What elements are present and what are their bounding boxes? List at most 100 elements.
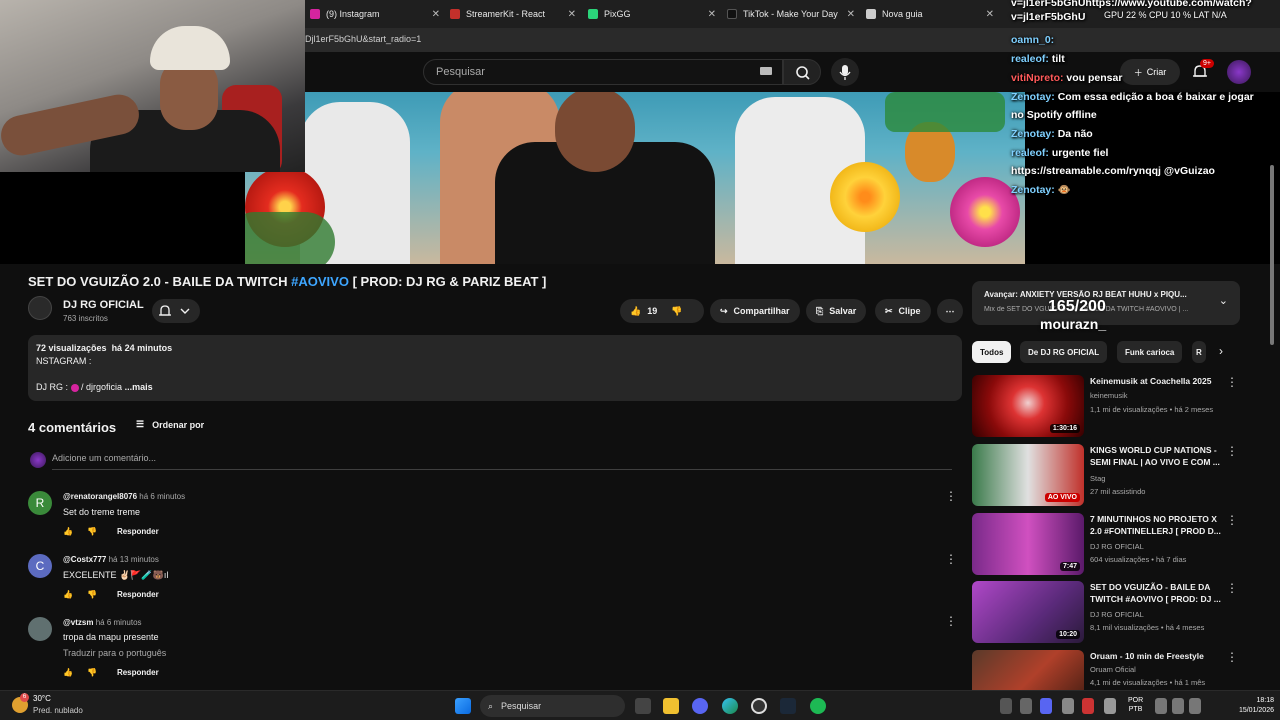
close-icon[interactable]: ✕ — [847, 9, 855, 20]
close-icon[interactable]: ✕ — [986, 9, 994, 20]
channel-name[interactable]: DJ RG OFICIAL — [63, 299, 144, 311]
input-language[interactable]: POR PTB — [1128, 696, 1143, 714]
chip-funk-carioca[interactable]: Funk carioca — [1117, 341, 1183, 363]
chevron-right-icon[interactable]: › — [1219, 344, 1223, 358]
recommendation-channel: DJ RG OFICIAL — [1090, 542, 1144, 551]
comment-avatar[interactable]: C — [28, 554, 52, 578]
recommendation-meta: 4,1 mi de visualizações • há 1 mês — [1090, 678, 1206, 687]
recommendation-item[interactable]: AO VIVO KINGS WORLD CUP NATIONS - SEMI F… — [972, 444, 1244, 506]
chip-channel[interactable]: De DJ RG OFICIAL — [1020, 341, 1108, 363]
chip-todos[interactable]: Todos — [972, 341, 1012, 363]
comment-text: EXCELENTE ✌🏻🚩🧪🐻ıl — [63, 570, 169, 580]
like-icon[interactable]: 👍 — [63, 590, 73, 599]
comment-menu-icon[interactable]: ⋮ — [945, 489, 957, 503]
comment-avatar[interactable] — [28, 617, 52, 641]
like-icon[interactable]: 👍 — [63, 527, 73, 536]
dislike-button[interactable]: 👎 — [671, 306, 682, 317]
spotify-icon[interactable] — [810, 698, 826, 714]
tab-nova-guia[interactable]: Nova guia ✕ — [866, 4, 994, 24]
tab-pixgg[interactable]: PixGG ✕ — [588, 4, 716, 24]
system-clock[interactable]: 18:18 15/01/2026 — [1228, 696, 1274, 716]
tab-instagram[interactable]: (9) Instagram ✕ — [310, 4, 440, 24]
recommendation-item[interactable]: 7:47 7 MINUTINHOS NO PROJETO X 2.0 #FONT… — [972, 513, 1244, 575]
comment-menu-icon[interactable]: ⋮ — [945, 552, 957, 566]
comment-text: tropa da mapu presente — [63, 632, 159, 642]
close-icon[interactable]: ✕ — [708, 9, 716, 20]
battery-icon[interactable] — [1189, 698, 1201, 714]
tab-streamerkit[interactable]: StreamerKit - React ✕ — [450, 4, 576, 24]
network-icon[interactable] — [1155, 698, 1167, 714]
reply-button[interactable]: Responder — [117, 590, 159, 599]
pixgg-icon — [588, 9, 598, 19]
task-view-icon[interactable] — [635, 698, 651, 714]
recommendation-item[interactable]: 1:30:16 Keinemusik at Coachella 2025 kei… — [972, 375, 1244, 437]
subscription-bell-button[interactable] — [152, 299, 200, 323]
hashtag-link[interactable]: #AOVIVO — [291, 274, 349, 289]
recommendation-channel: keinemusik — [1090, 391, 1128, 400]
share-button[interactable]: ↪ Compartilhar — [710, 299, 800, 323]
translate-link[interactable]: Traduzir para o português — [63, 648, 166, 658]
add-comment-input[interactable]: Adicione um comentário... — [52, 453, 952, 470]
steam-icon[interactable] — [780, 698, 796, 714]
save-button[interactable]: ⎘ Salvar — [806, 299, 867, 323]
recommendation-title: KINGS WORLD CUP NATIONS - SEMI FINAL | A… — [1090, 445, 1220, 467]
show-more-link[interactable]: ...mais — [125, 382, 153, 392]
more-vert-icon[interactable]: ⋮ — [1226, 513, 1238, 527]
close-icon[interactable]: ✕ — [568, 9, 576, 20]
goal-counter: 165/200 — [1048, 298, 1106, 315]
voice-search-button[interactable] — [831, 58, 859, 86]
tray-app-icon[interactable] — [1020, 698, 1032, 714]
volume-icon[interactable] — [1172, 698, 1184, 714]
comment-author[interactable]: @Costx777 há 13 minutos — [63, 555, 159, 564]
channel-avatar[interactable] — [28, 296, 52, 320]
comment-author[interactable]: @renatorangel8076 há 6 minutos — [63, 492, 185, 501]
recommendation-item[interactable]: Oruam - 10 min de Freestyle Oruam Oficia… — [972, 650, 1244, 690]
more-icon: ⋯ — [945, 305, 955, 316]
obs-icon[interactable] — [751, 698, 767, 714]
tray-app-icon[interactable] — [1062, 698, 1074, 714]
chat-message: Zenotay: Com essa edição a boa é baixar … — [1011, 91, 1254, 103]
page-scrollbar[interactable] — [1270, 165, 1274, 345]
description-box[interactable]: 72 visualizações há 24 minutos NSTAGRAM … — [28, 335, 962, 401]
reply-button[interactable]: Responder — [117, 527, 159, 536]
comment-avatar[interactable]: R — [28, 491, 52, 515]
chip-more[interactable]: R — [1192, 341, 1206, 363]
chat-message: realeof: tilt — [1011, 53, 1065, 65]
more-actions-button[interactable]: ⋯ — [937, 299, 963, 323]
windows-taskbar: 6 30°C Pred. nublado ⌕ Pesquisar POR PTB … — [0, 690, 1280, 720]
microphone-icon[interactable] — [1104, 698, 1116, 714]
tray-app-icon[interactable] — [1000, 698, 1012, 714]
tab-label: StreamerKit - React — [466, 9, 546, 19]
close-icon[interactable]: ✕ — [432, 9, 440, 20]
recommendation-meta: 8,1 mil visualizações • há 4 meses — [1090, 623, 1205, 632]
more-vert-icon[interactable]: ⋮ — [1226, 444, 1238, 458]
more-vert-icon[interactable]: ⋮ — [1226, 375, 1238, 389]
comment-menu-icon[interactable]: ⋮ — [945, 614, 957, 628]
tray-discord-icon[interactable] — [1040, 698, 1052, 714]
file-explorer-icon[interactable] — [663, 698, 679, 714]
clip-button[interactable]: ✂ Clipe — [875, 299, 931, 323]
dislike-icon[interactable]: 👎 — [87, 668, 97, 677]
dislike-icon[interactable]: 👎 — [87, 590, 97, 599]
comment-author[interactable]: @vtzsm há 6 minutos — [63, 618, 142, 627]
edge-icon[interactable] — [722, 698, 738, 714]
taskbar-search[interactable]: ⌕ Pesquisar — [480, 695, 625, 717]
search-input[interactable]: Pesquisar — [423, 59, 783, 85]
dislike-icon[interactable]: 👎 — [87, 527, 97, 536]
tiktok-icon — [727, 9, 737, 19]
search-button[interactable] — [783, 59, 821, 85]
chevron-down-icon[interactable]: ⌄ — [1219, 294, 1228, 307]
sort-comments-button[interactable]: ☰ Ordenar por — [136, 419, 204, 430]
like-button[interactable]: 👍 — [630, 306, 641, 317]
more-vert-icon[interactable]: ⋮ — [1226, 581, 1238, 595]
chat-message: oamn_0: — [1011, 34, 1055, 46]
tab-tiktok[interactable]: TikTok - Make Your Day ✕ — [727, 4, 855, 24]
like-icon[interactable]: 👍 — [63, 668, 73, 677]
more-vert-icon[interactable]: ⋮ — [1226, 650, 1238, 664]
reply-button[interactable]: Responder — [117, 668, 159, 677]
start-menu-icon[interactable] — [455, 698, 471, 714]
tray-app-icon[interactable] — [1082, 698, 1094, 714]
recommendation-item[interactable]: 10:20 SET DO VGUIZÃO - BAILE DA TWITCH #… — [972, 581, 1244, 643]
keyboard-icon[interactable] — [760, 67, 772, 75]
discord-icon[interactable] — [692, 698, 708, 714]
